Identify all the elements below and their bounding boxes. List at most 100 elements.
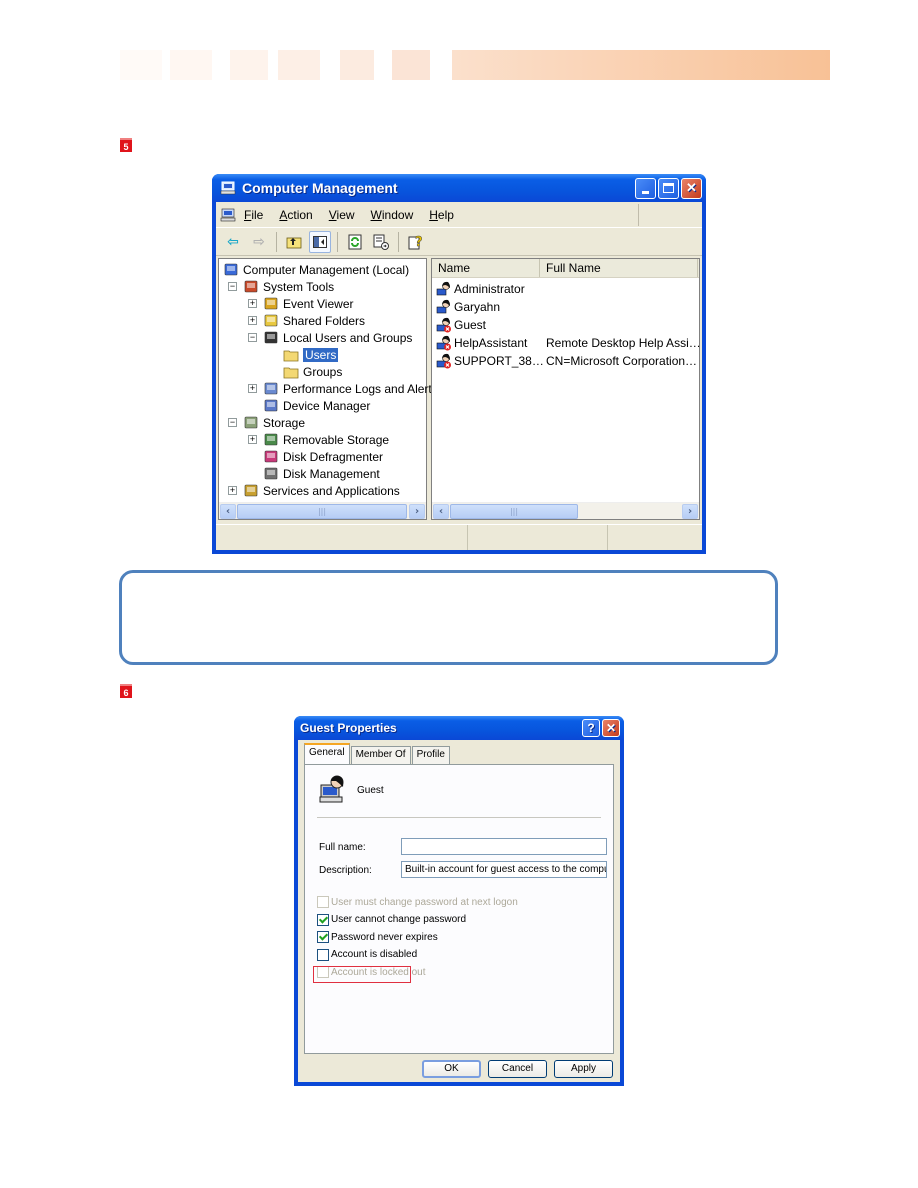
scroll-left-button[interactable]: ‹ xyxy=(220,504,236,519)
tree-item[interactable]: Computer Management (Local) xyxy=(223,261,409,278)
tree-item-label: Disk Management xyxy=(283,466,380,481)
menu-window[interactable]: Window xyxy=(371,208,414,222)
list-item[interactable]: Garyahn xyxy=(432,298,699,316)
list-item[interactable]: HelpAssistant Remote Desktop Help Assi… xyxy=(432,334,699,352)
help-icon: ? xyxy=(408,234,423,250)
device-manager-icon xyxy=(263,398,279,414)
menu-action[interactable]: Action xyxy=(279,208,312,222)
expand-icon[interactable]: + xyxy=(248,299,257,308)
description-field[interactable]: Built-in account for guest access to the… xyxy=(401,861,607,878)
collapse-icon[interactable]: − xyxy=(228,282,237,291)
tab-profile[interactable]: Profile xyxy=(411,746,450,764)
svg-text:?: ? xyxy=(415,235,423,250)
tab-member-of[interactable]: Member Of xyxy=(350,746,411,764)
storage-icon xyxy=(243,415,259,431)
expand-icon[interactable]: + xyxy=(248,435,257,444)
list-item[interactable]: Guest xyxy=(432,316,699,334)
tree-item[interactable]: + Services and Applications xyxy=(228,482,400,499)
collapse-icon[interactable]: − xyxy=(228,418,237,427)
column-header-full-name[interactable]: Full Name xyxy=(540,259,698,277)
banner-block xyxy=(120,50,162,80)
title-bar[interactable]: Computer Management ✕ xyxy=(212,174,706,202)
panes: ‹ ||| › Computer Management (Local) − Syst… xyxy=(216,258,702,520)
services-icon xyxy=(243,483,259,499)
forward-button[interactable]: ⇨ xyxy=(248,231,270,253)
close-button[interactable]: ✕ xyxy=(602,719,620,737)
list-item[interactable]: Administrator xyxy=(432,280,699,298)
full-name-field[interactable] xyxy=(401,838,607,855)
checkbox[interactable] xyxy=(317,948,329,961)
tree-item[interactable]: + Removable Storage xyxy=(248,431,389,448)
menu-file[interactable]: File xyxy=(244,208,263,222)
note-box xyxy=(119,570,778,665)
list-item[interactable]: SUPPORT_38… CN=Microsoft Corporation… xyxy=(432,352,699,370)
user-name: Guest xyxy=(454,318,487,332)
menu-view[interactable]: View xyxy=(329,208,355,222)
tree-item[interactable]: Disk Defragmenter xyxy=(263,448,383,465)
apply-button[interactable]: Apply xyxy=(554,1060,613,1078)
export-list-button[interactable] xyxy=(370,231,392,253)
checkbox-option[interactable]: Account is disabled xyxy=(317,948,417,961)
details-list[interactable]: Name Full Name Administrator Garyahn Guest… xyxy=(431,258,700,520)
scroll-right-button[interactable]: › xyxy=(409,504,425,519)
tab-general[interactable]: General xyxy=(304,743,350,764)
collapse-icon[interactable]: − xyxy=(248,333,257,342)
back-button[interactable]: ⇦ xyxy=(222,231,244,253)
tree-item[interactable]: + Performance Logs and Alerts xyxy=(248,380,438,397)
scroll-thumb[interactable]: ||| xyxy=(450,504,578,519)
close-icon: ✕ xyxy=(686,180,697,195)
folder-open-icon xyxy=(283,347,299,363)
disabled-user-icon xyxy=(436,353,452,369)
console-tree[interactable]: ‹ ||| › Computer Management (Local) − Syst… xyxy=(218,258,438,520)
up-level-button[interactable] xyxy=(283,231,305,253)
tree-item[interactable]: Groups xyxy=(283,363,342,380)
folder-icon xyxy=(283,364,299,380)
minimize-button[interactable] xyxy=(635,177,656,199)
ok-button[interactable]: OK xyxy=(422,1060,481,1078)
help-button[interactable]: ? xyxy=(405,231,427,253)
scroll-left-button[interactable]: ‹ xyxy=(433,504,449,519)
tree-item[interactable]: − System Tools xyxy=(228,278,334,295)
scroll-thumb[interactable]: ||| xyxy=(237,504,407,519)
user-name: SUPPORT_38… xyxy=(454,354,544,368)
status-cell xyxy=(468,525,608,550)
step-badge: 6 xyxy=(120,684,132,698)
tree-item[interactable]: + Event Viewer xyxy=(248,295,353,312)
scroll-right-button[interactable]: › xyxy=(682,504,698,519)
user-name: Administrator xyxy=(454,282,525,296)
menu-help[interactable]: Help xyxy=(429,208,454,222)
tree-item[interactable]: Device Manager xyxy=(263,397,370,414)
tree-item[interactable]: − Local Users and Groups xyxy=(248,329,412,346)
help-button[interactable]: ? xyxy=(582,719,600,737)
tree-item[interactable]: Disk Management xyxy=(263,465,380,482)
disabled-user-icon xyxy=(436,317,452,333)
user-list: Administrator Garyahn Guest HelpAssistant Re… xyxy=(432,278,699,370)
show-hide-tree-button[interactable] xyxy=(309,230,331,253)
title-bar[interactable]: Guest Properties ? ✕ xyxy=(294,716,624,740)
expand-icon[interactable]: + xyxy=(248,316,257,325)
removable-storage-icon xyxy=(263,432,279,448)
expand-icon[interactable]: + xyxy=(248,384,257,393)
tree-item-label: Services and Applications xyxy=(263,483,400,498)
checkbox-option[interactable]: User cannot change password xyxy=(317,913,466,926)
checkbox[interactable] xyxy=(317,913,329,926)
expand-icon[interactable]: + xyxy=(228,486,237,495)
checkbox-option: User must change password at next logon xyxy=(317,896,518,908)
column-header-name[interactable]: Name xyxy=(432,259,540,277)
close-icon: ✕ xyxy=(605,721,617,735)
tree-item[interactable]: + Shared Folders xyxy=(248,312,365,329)
maximize-icon xyxy=(663,183,674,193)
list-horizontal-scrollbar[interactable]: ‹ ||| › xyxy=(432,502,699,519)
general-tab-panel: Guest Full name: Description: Built-in a… xyxy=(304,764,614,1054)
checkbox[interactable] xyxy=(317,931,329,943)
tree-item[interactable]: Users xyxy=(283,346,340,363)
tree-horizontal-scrollbar[interactable]: ‹ ||| › xyxy=(219,502,426,519)
checkbox-option[interactable]: Password never expires xyxy=(317,931,438,943)
maximize-button[interactable] xyxy=(658,177,679,199)
tree-item[interactable]: − Storage xyxy=(228,414,305,431)
banner-block xyxy=(278,50,320,80)
refresh-button[interactable] xyxy=(344,231,366,253)
cancel-button[interactable]: Cancel xyxy=(488,1060,547,1078)
performance-icon xyxy=(263,381,279,397)
close-button[interactable]: ✕ xyxy=(681,177,702,199)
